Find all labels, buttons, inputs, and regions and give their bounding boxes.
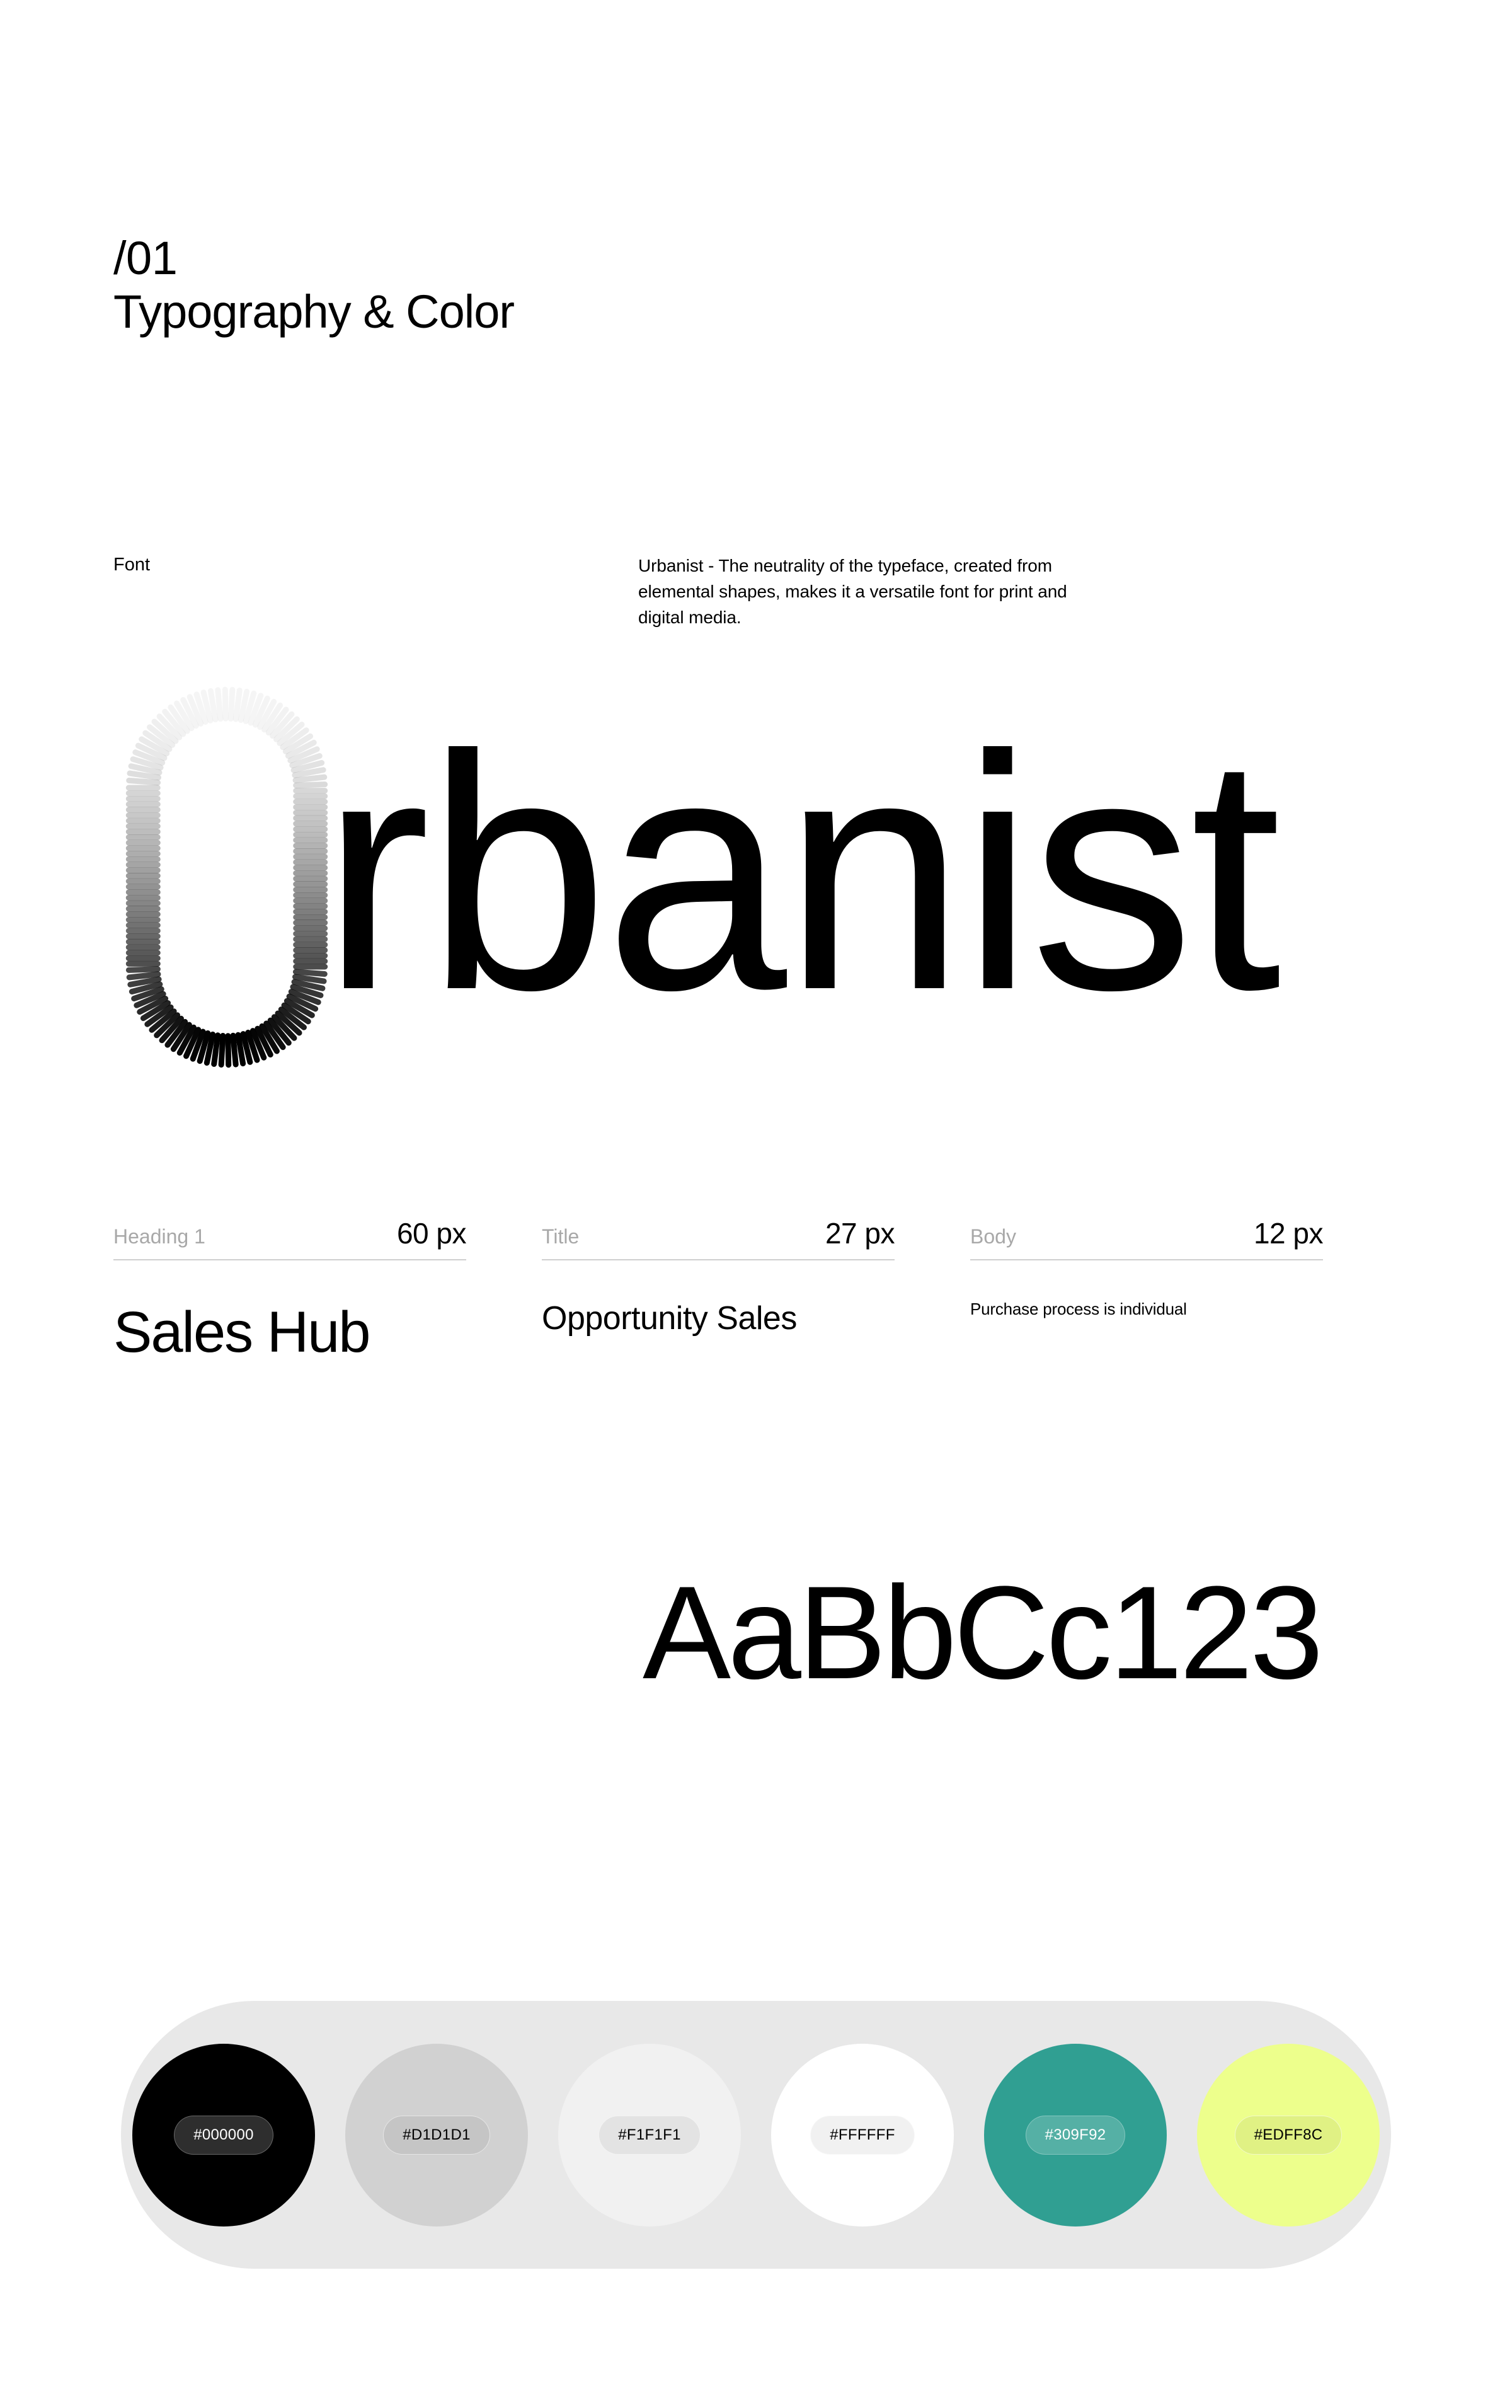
specimen-name: Title: [542, 1225, 580, 1248]
wordmark-remainder: rbanist: [321, 686, 1281, 1059]
color-swatch[interactable]: #EDFF8C: [1197, 2043, 1380, 2227]
font-description: Urbanist - The neutrality of the typefac…: [638, 556, 1067, 627]
specimen-name: Heading 1: [113, 1225, 205, 1248]
section-number: /01: [113, 232, 178, 284]
specimen-size: 12 px: [1253, 1217, 1324, 1250]
color-swatch[interactable]: #000000: [132, 2043, 315, 2227]
design-system-page: /01 Typography & Color Font Urbanist - T…: [0, 0, 1512, 2408]
color-swatch[interactable]: #D1D1D1: [345, 2043, 528, 2227]
section-title: Typography & Color: [113, 285, 515, 338]
specimen-sample-text: Purchase process is individual: [970, 1299, 1187, 1318]
specimen-size: 27 px: [825, 1217, 895, 1250]
color-hex-label: #FFFFFF: [810, 2115, 915, 2155]
color-hex-label: #000000: [174, 2115, 273, 2155]
color-hex-label: #309F92: [1025, 2115, 1126, 2155]
specimen-title: Title 27 px Opportunity Sales: [542, 1216, 970, 1366]
color-hex-label: #F1F1F1: [598, 2115, 701, 2155]
striped-u-glyph-icon: [94, 655, 359, 1090]
font-label: Font: [113, 555, 151, 575]
font-wordmark: rbanist: [94, 655, 1443, 1097]
color-hex-label: #D1D1D1: [383, 2115, 490, 2155]
specimen-header: Body 12 px: [970, 1216, 1324, 1260]
type-specimen-row: Heading 1 60 px Sales Hub Title 27 px Op…: [113, 1216, 1399, 1366]
color-hex-label: #EDFF8C: [1234, 2115, 1343, 2155]
specimen-sample-text: Sales Hub: [113, 1300, 370, 1364]
color-swatch[interactable]: #F1F1F1: [558, 2043, 741, 2227]
section-header: /01 Typography & Color: [113, 232, 515, 338]
specimen-header: Heading 1 60 px: [113, 1216, 467, 1260]
color-swatch[interactable]: #FFFFFF: [771, 2043, 954, 2227]
specimen-size: 60 px: [396, 1217, 467, 1250]
specimen-header: Title 27 px: [542, 1216, 895, 1260]
specimen-heading1: Heading 1 60 px Sales Hub: [113, 1216, 542, 1366]
specimen-sample-text: Opportunity Sales: [542, 1300, 797, 1337]
color-palette: #000000 #D1D1D1 #F1F1F1 #FFFFFF #309F92 …: [121, 2001, 1391, 2269]
glyph-specimen: AaBbCc123: [643, 1558, 1324, 1707]
color-swatch[interactable]: #309F92: [984, 2043, 1167, 2227]
specimen-body: Body 12 px Purchase process is individua…: [970, 1216, 1399, 1366]
specimen-name: Body: [970, 1225, 1016, 1248]
